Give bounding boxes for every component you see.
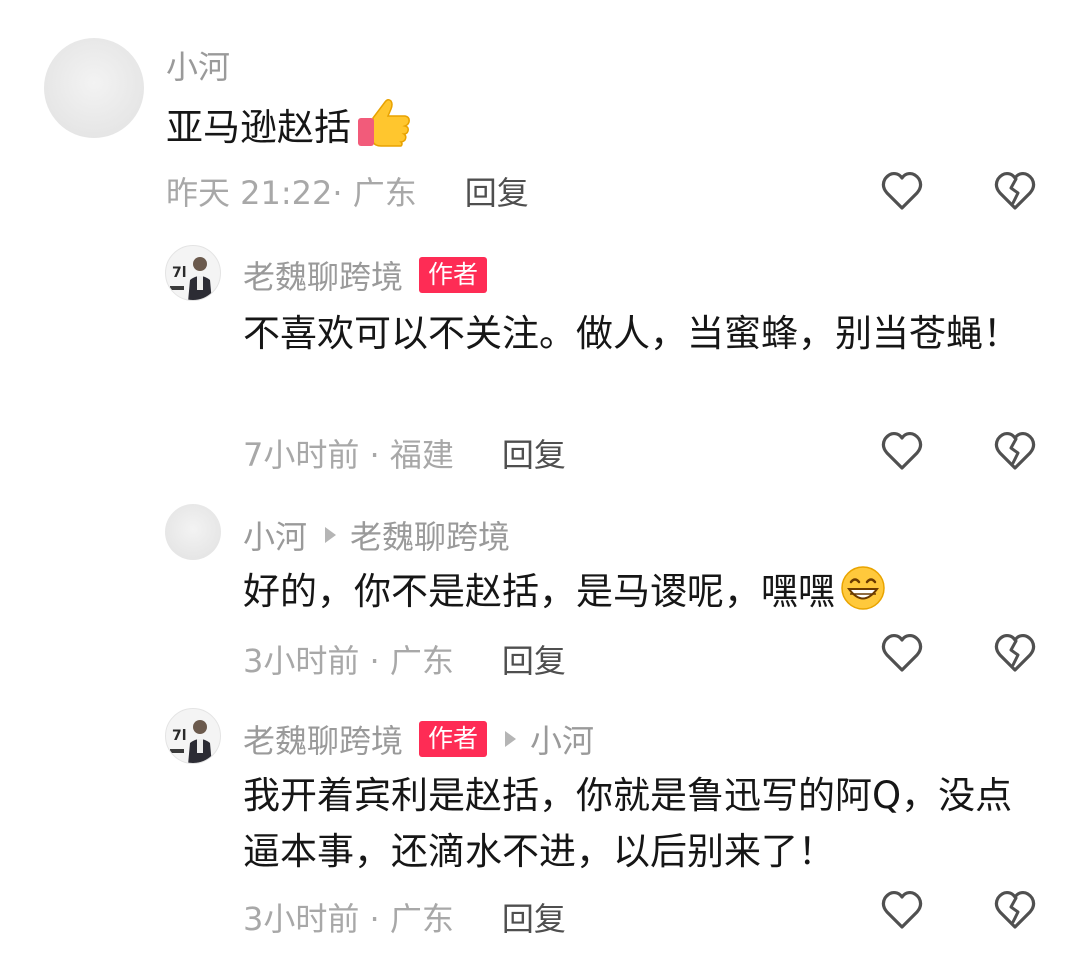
comment-text: 亚马逊赵括	[166, 96, 1026, 164]
time-location: 7小时前 · 福建	[243, 436, 454, 474]
svg-text:7l: 7l	[172, 265, 187, 281]
comment-meta: 3小时前 · 广东 回复	[243, 636, 566, 682]
comment-header: 老魏聊跨境 作者 小河	[243, 716, 594, 762]
username[interactable]: 小河	[243, 512, 307, 558]
reply-button[interactable]: 回复	[465, 168, 529, 214]
comment-meta: 7小时前 · 福建 回复	[243, 430, 566, 476]
avatar[interactable]	[44, 38, 144, 138]
broken-heart-icon[interactable]	[992, 168, 1038, 214]
comment-text: 我开着宾利是赵括，你就是鲁迅写的阿Q，没点逼本事，还滴水不进，以后别来了！	[243, 774, 1013, 873]
username[interactable]: 老魏聊跨境	[243, 252, 403, 298]
comment-meta: 3小时前 · 广东 回复	[243, 894, 566, 940]
author-badge: 作者	[419, 721, 488, 757]
reply-arrow-icon	[325, 527, 337, 543]
comment-header: 老魏聊跨境 作者	[243, 252, 488, 298]
reply-button[interactable]: 回复	[502, 636, 566, 682]
reply-button[interactable]: 回复	[502, 430, 566, 476]
broken-heart-icon[interactable]	[992, 428, 1038, 474]
avatar[interactable]: 7l	[165, 708, 221, 764]
heart-icon[interactable]	[879, 887, 925, 933]
reply-button[interactable]: 回复	[502, 894, 566, 940]
comment-text-content: 亚马逊赵括	[166, 106, 351, 149]
time-location: 3小时前 · 广东	[243, 900, 454, 938]
username[interactable]: 小河	[166, 42, 230, 88]
broken-heart-icon[interactable]	[992, 630, 1038, 676]
heart-icon[interactable]	[879, 168, 925, 214]
reply-arrow-icon	[505, 731, 517, 747]
reply-to-username[interactable]: 老魏聊跨境	[350, 512, 510, 558]
author-badge: 作者	[419, 257, 488, 293]
username[interactable]: 老魏聊跨境	[243, 716, 403, 762]
reply-to-username[interactable]: 小河	[530, 716, 594, 762]
comment-thread: 小河 亚马逊赵括 昨天 21:22· 广东 回复 7l 老魏聊跨境 作者 不喜欢…	[0, 0, 1080, 971]
svg-text:7l: 7l	[172, 728, 187, 744]
grinning-face-icon	[839, 564, 887, 628]
comment-text: 好的，你不是赵括，是马谡呢，嘿嘿	[243, 564, 1043, 628]
heart-icon[interactable]	[879, 630, 925, 676]
comment-text: 不喜欢可以不关注。做人，当蜜蜂，别当苍蝇！	[243, 312, 1020, 355]
avatar[interactable]	[165, 504, 221, 560]
comment-header: 小河 老魏聊跨境	[243, 512, 510, 558]
comment-header: 小河	[166, 42, 230, 88]
broken-heart-icon[interactable]	[992, 887, 1038, 933]
heart-icon[interactable]	[879, 428, 925, 474]
time-location: 昨天 21:22· 广东	[166, 174, 417, 212]
time-location: 3小时前 · 广东	[243, 642, 454, 680]
comment-text-content: 好的，你不是赵括，是马谡呢，嘿嘿	[243, 570, 835, 613]
thumbs-up-icon	[355, 96, 415, 164]
comment-meta: 昨天 21:22· 广东 回复	[166, 168, 529, 214]
avatar[interactable]: 7l	[165, 245, 221, 301]
